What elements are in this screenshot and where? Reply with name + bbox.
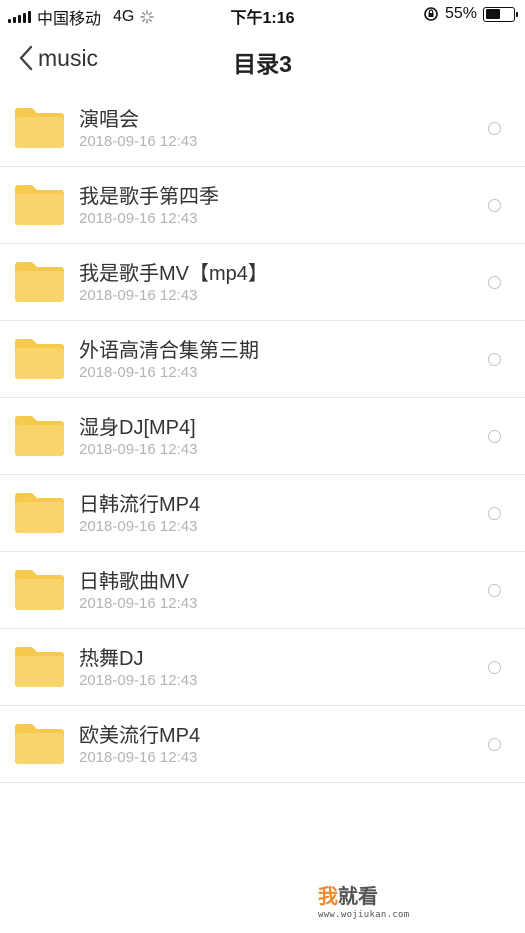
folder-list: 演唱会 2018-09-16 12:43 我是歌手第四季 2018-09-16 12:…: [0, 90, 525, 783]
folder-icon: [15, 493, 64, 533]
watermark-logo: 我就看 www.wojiukan.com: [318, 880, 410, 920]
battery-icon: [483, 6, 518, 22]
folder-name: 湿身DJ[MP4]: [79, 417, 196, 439]
folder-icon: [15, 570, 64, 610]
chevron-left-icon: [19, 45, 33, 71]
watermark-text: 我就看: [318, 886, 378, 908]
folder-name: 日韩歌曲MV: [79, 571, 189, 593]
folder-date: 2018-09-16 12:43: [79, 672, 198, 689]
select-radio[interactable]: [488, 430, 501, 443]
back-label: music: [38, 44, 99, 71]
select-radio[interactable]: [488, 199, 501, 212]
select-radio[interactable]: [488, 507, 501, 520]
folder-row[interactable]: 热舞DJ 2018-09-16 12:43: [0, 629, 525, 706]
select-radio[interactable]: [488, 353, 501, 366]
folder-icon: [15, 416, 64, 456]
select-radio[interactable]: [488, 122, 501, 135]
select-radio[interactable]: [488, 276, 501, 289]
folder-date: 2018-09-16 12:43: [79, 287, 198, 304]
folder-icon: [15, 262, 64, 302]
folder-row[interactable]: 演唱会 2018-09-16 12:43: [0, 90, 525, 167]
battery-percent: 55%: [444, 5, 477, 22]
folder-icon: [15, 339, 64, 379]
folder-row[interactable]: 日韩歌曲MV 2018-09-16 12:43: [0, 552, 525, 629]
folder-row[interactable]: 日韩流行MP4 2018-09-16 12:43: [0, 475, 525, 552]
select-radio[interactable]: [488, 661, 501, 674]
folder-date: 2018-09-16 12:43: [79, 133, 198, 150]
folder-row[interactable]: 我是歌手MV【mp4】 2018-09-16 12:43: [0, 244, 525, 321]
watermark-url: www.wojiukan.com: [318, 910, 410, 920]
folder-name: 我是歌手MV【mp4】: [79, 263, 268, 285]
folder-icon: [15, 647, 64, 687]
folder-date: 2018-09-16 12:43: [79, 749, 198, 766]
folder-date: 2018-09-16 12:43: [79, 364, 198, 381]
folder-row[interactable]: 我是歌手第四季 2018-09-16 12:43: [0, 167, 525, 244]
nav-bar: music 目录3: [0, 30, 525, 90]
folder-date: 2018-09-16 12:43: [79, 441, 198, 458]
folder-row[interactable]: 欧美流行MP4 2018-09-16 12:43: [0, 706, 525, 783]
folder-row[interactable]: 外语高清合集第三期 2018-09-16 12:43: [0, 321, 525, 398]
folder-icon: [15, 724, 64, 764]
folder-row[interactable]: 湿身DJ[MP4] 2018-09-16 12:43: [0, 398, 525, 475]
select-radio[interactable]: [488, 738, 501, 751]
folder-icon: [15, 185, 64, 225]
folder-name: 演唱会: [79, 109, 139, 131]
select-radio[interactable]: [488, 584, 501, 597]
status-right: 55%: [423, 5, 518, 23]
folder-name: 日韩流行MP4: [79, 494, 201, 516]
folder-name: 外语高清合集第三期: [79, 340, 259, 362]
folder-name: 欧美流行MP4: [79, 725, 201, 747]
rotation-lock-icon: [424, 7, 438, 21]
folder-date: 2018-09-16 12:43: [79, 210, 198, 227]
folder-icon: [15, 108, 64, 148]
folder-name: 我是歌手第四季: [79, 186, 219, 208]
back-button[interactable]: music: [18, 44, 98, 72]
folder-date: 2018-09-16 12:43: [79, 595, 198, 612]
battery-level: [485, 9, 501, 19]
folder-date: 2018-09-16 12:43: [79, 518, 198, 535]
status-bar: 中国移动 4G 下午1:16 55%: [0, 0, 525, 30]
folder-name: 热舞DJ: [79, 648, 144, 670]
